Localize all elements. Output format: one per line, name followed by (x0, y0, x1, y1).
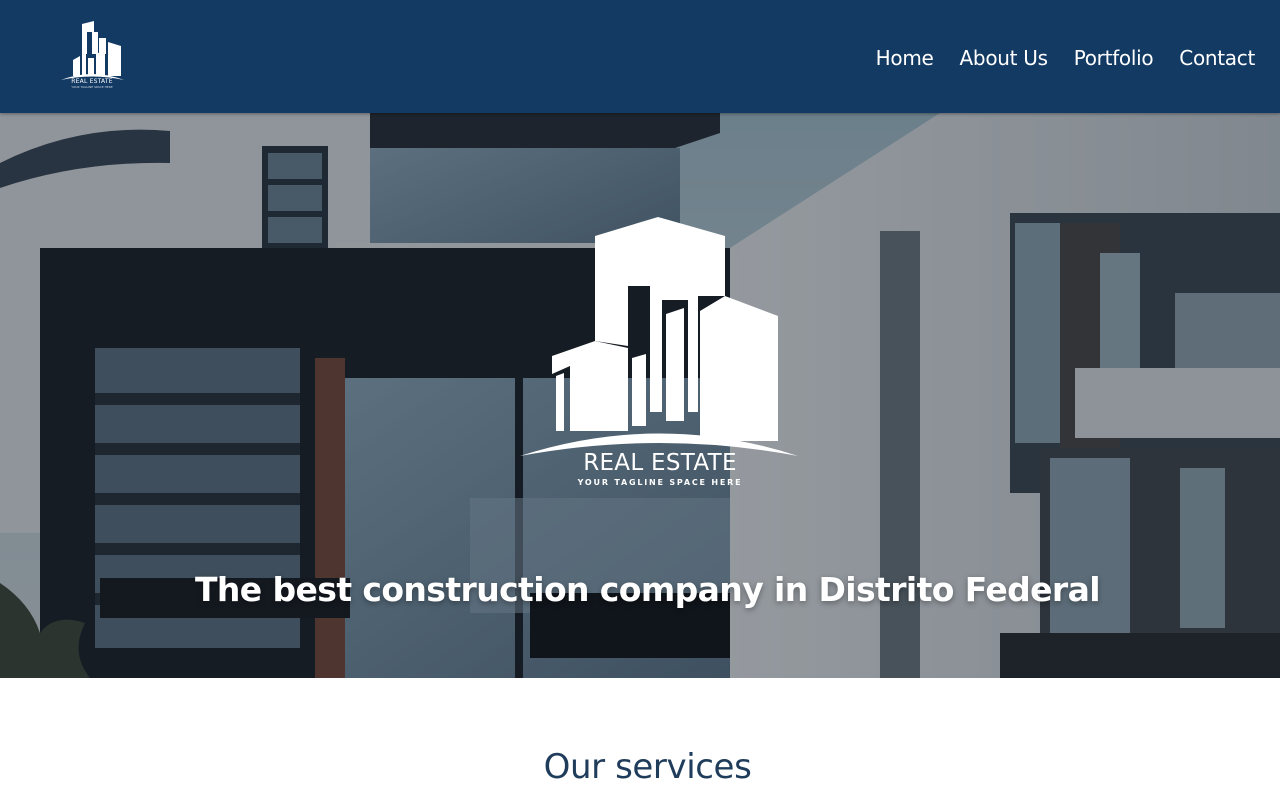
header-logo-link[interactable]: REAL ESTATE YOUR TAGLINE SPACE HERE (58, 20, 126, 92)
nav-link-portfolio[interactable]: Portfolio (1074, 44, 1154, 72)
main-nav: Home About Us Portfolio Contact (876, 44, 1256, 72)
services-section-title: Our services (543, 747, 752, 787)
hero-logo-tagline: YOUR TAGLINE SPACE HERE (577, 478, 743, 487)
hero-logo: REAL ESTATE YOUR TAGLINE SPACE HERE (520, 216, 800, 496)
header-logo-tagline: YOUR TAGLINE SPACE HERE (71, 85, 113, 89)
buildings-logo-icon (520, 217, 798, 456)
nav-link-home[interactable]: Home (876, 44, 934, 72)
nav-link-contact[interactable]: Contact (1179, 44, 1255, 72)
nav-link-about-us[interactable]: About Us (960, 44, 1048, 72)
hero-logo-name: REAL ESTATE (583, 450, 737, 476)
header-logo-name: REAL ESTATE (71, 78, 113, 85)
hero-section: REAL ESTATE YOUR TAGLINE SPACE HERE The … (0, 113, 1280, 678)
site-header: REAL ESTATE YOUR TAGLINE SPACE HERE Home… (0, 0, 1280, 113)
hero-headline: The best construction company in Distrit… (195, 570, 1101, 610)
